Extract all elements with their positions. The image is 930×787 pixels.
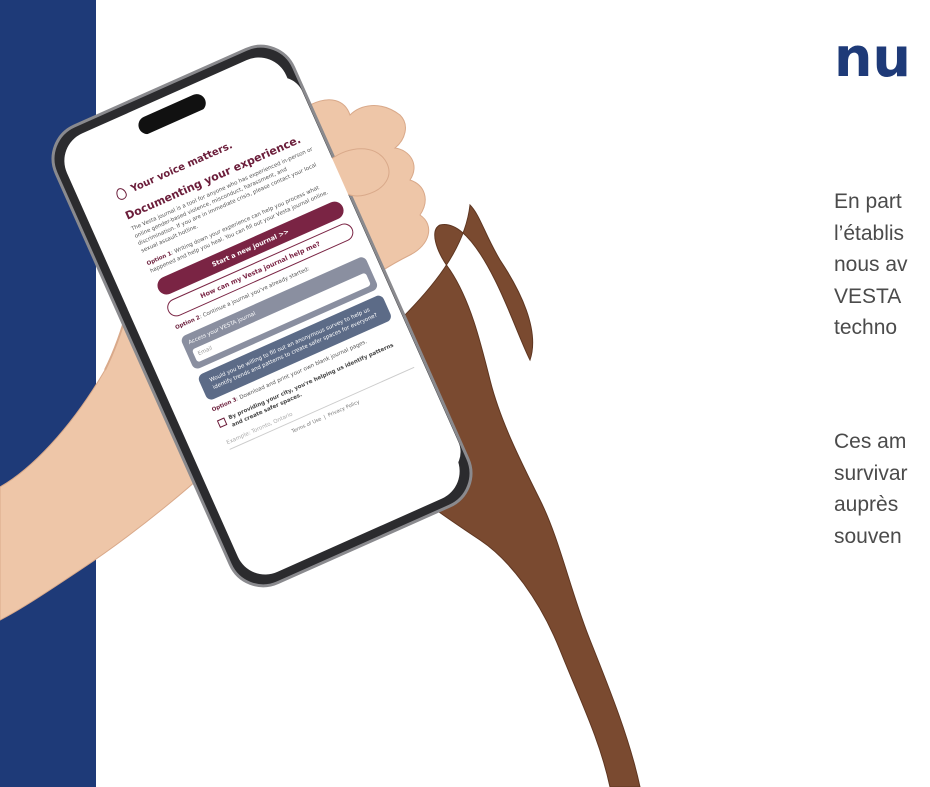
paragraph-1: En part l’établis nous av VESTA techno: [834, 186, 908, 344]
paragraph-2-line: Ces am: [834, 430, 907, 453]
paragraph-2-line: souven: [834, 524, 902, 548]
paragraph-2-line: survivar: [834, 461, 908, 485]
right-hand: [840, 700, 930, 787]
hands-holding-phone-photo: [0, 44, 930, 787]
paragraph-2-line: auprès: [834, 493, 899, 516]
consent-checkbox[interactable]: [216, 417, 228, 428]
paragraph-1-line: En part: [834, 190, 902, 213]
paragraph-1-line: l’établis: [834, 221, 905, 245]
paragraph-1-line: techno: [834, 316, 898, 339]
paragraph-2: Ces am survivar auprès souven: [834, 426, 908, 552]
vesta-logo-icon: [114, 186, 129, 202]
section-heading: nu: [834, 26, 911, 89]
paragraph-1-line: nous av: [834, 253, 908, 276]
paragraph-1-line: VESTA: [834, 284, 902, 308]
page: Your voice matters. Documenting your exp…: [0, 0, 930, 787]
